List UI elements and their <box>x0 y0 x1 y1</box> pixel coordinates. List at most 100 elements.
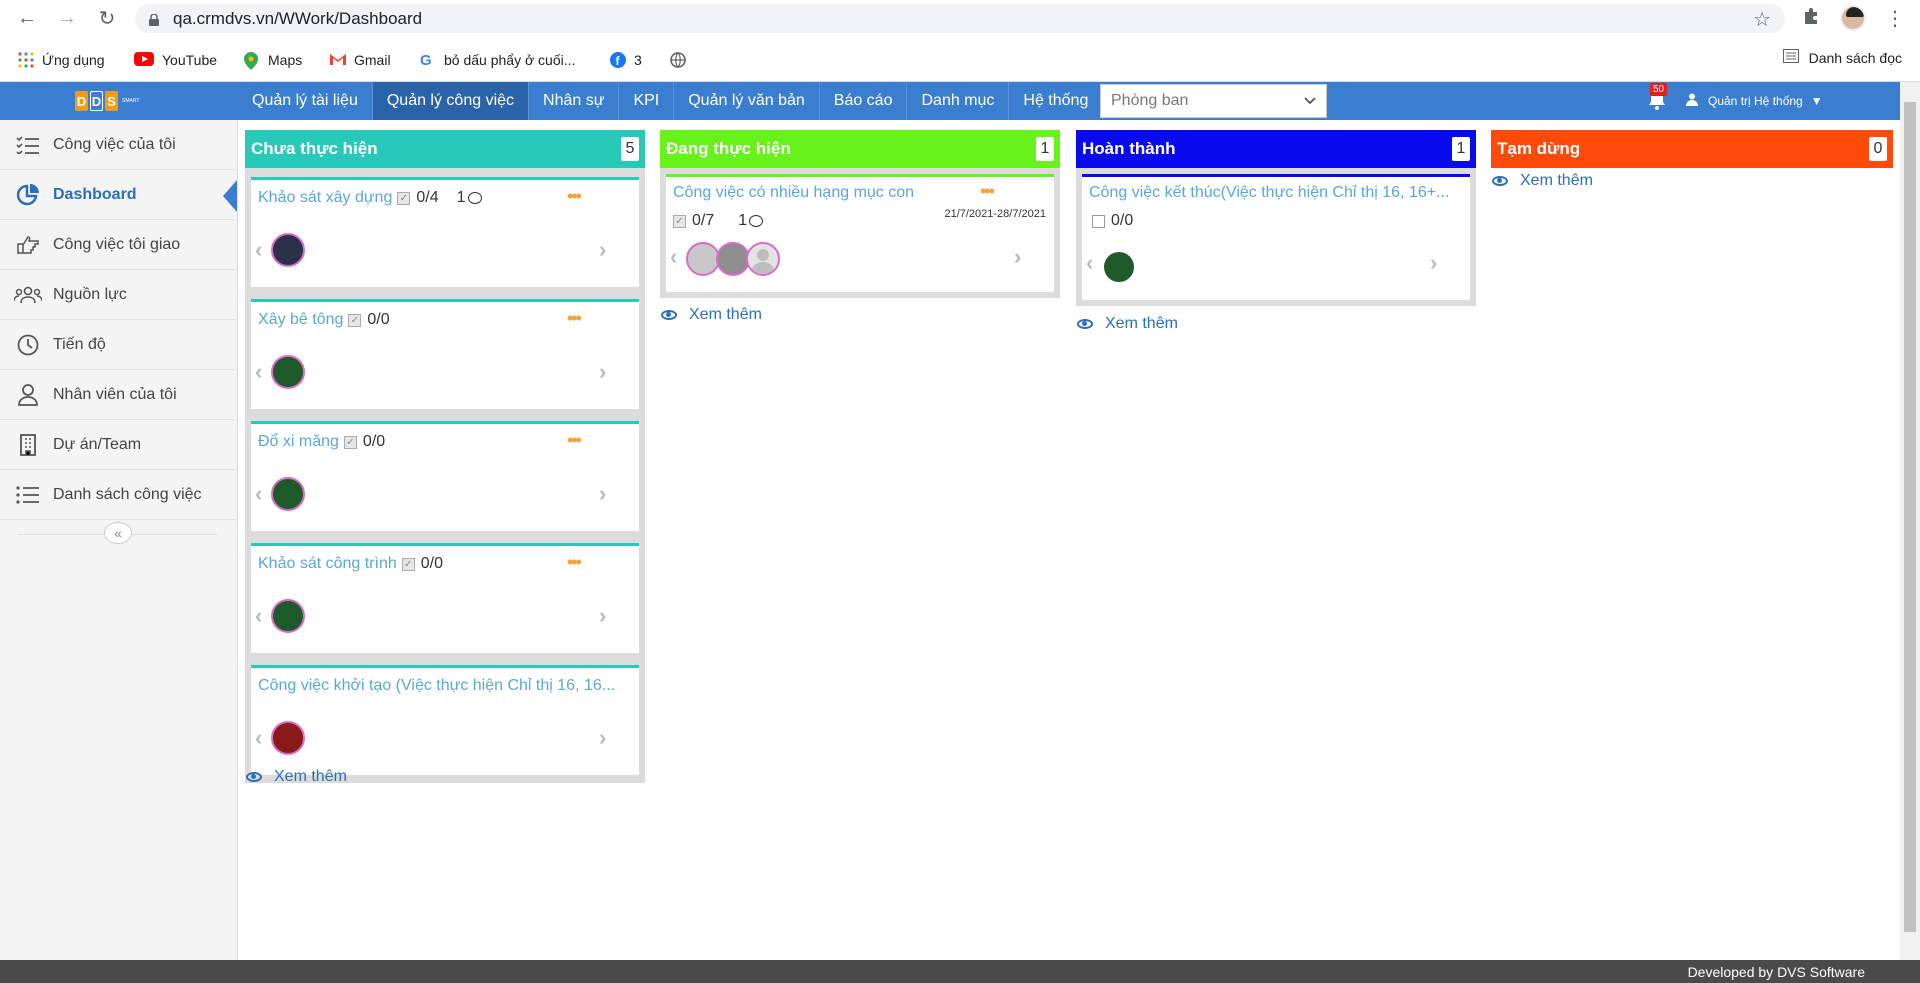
task-card[interactable]: Công việc kết thúc(Việc thực hiện Chỉ th… <box>1082 174 1470 300</box>
menu-reports[interactable]: Báo cáo <box>820 82 908 120</box>
sidebar-item-progress[interactable]: Tiến độ <box>0 320 237 370</box>
logo-letter: D <box>90 91 103 111</box>
comment-icon <box>749 215 764 227</box>
chevron-left-icon[interactable]: ‹ <box>255 359 262 385</box>
more-options-icon[interactable]: ••• <box>567 309 582 327</box>
avatar-placeholder[interactable] <box>746 242 780 276</box>
eye-icon <box>246 772 262 782</box>
chevron-right-icon[interactable]: › <box>1430 250 1437 276</box>
avatar[interactable] <box>271 477 305 511</box>
task-card[interactable]: Công việc khởi tạo (Việc thực hiện Chỉ t… <box>251 665 639 775</box>
date-range: 21/7/2021-28/7/2021 <box>944 208 1046 220</box>
bookmark-youtube[interactable]: YouTube <box>134 49 217 71</box>
avatar[interactable] <box>686 242 720 276</box>
reading-list[interactable]: Danh sách đọc <box>1782 49 1902 66</box>
chevron-right-icon[interactable]: › <box>599 237 606 263</box>
chevron-left-icon[interactable]: ‹ <box>670 244 677 270</box>
extensions-icon[interactable] <box>1802 7 1820 30</box>
chevron-right-icon[interactable]: › <box>599 481 606 507</box>
sidebar-item-projects[interactable]: Dự án/Team <box>0 420 237 470</box>
card-title[interactable]: Đổ xi măng <box>258 433 339 451</box>
task-card[interactable]: Công việc có nhiều hạng mục con ••• 21/7… <box>666 174 1054 292</box>
bookmark-gmail[interactable]: Gmail <box>330 49 391 71</box>
comment-count[interactable]: 1 <box>738 212 764 230</box>
page-scrollbar[interactable] <box>1900 82 1920 960</box>
chevron-left-icon[interactable]: ‹ <box>255 481 262 507</box>
task-card[interactable]: Khảo sát xây dựng ✓ 0/4 1 ••• ‹ › <box>251 177 639 287</box>
sidebar-item-dashboard[interactable]: Dashboard <box>0 170 237 220</box>
card-title-row: Khảo sát xây dựng ✓ 0/4 1 <box>258 189 482 207</box>
card-title[interactable]: Công việc có nhiều hạng mục con <box>673 184 914 202</box>
card-title[interactable]: Khảo sát xây dựng <box>258 189 392 207</box>
card-title-row: Công việc kết thúc(Việc thực hiện Chỉ th… <box>1089 184 1449 202</box>
see-more-link[interactable]: Xem thêm <box>661 306 762 324</box>
task-card[interactable]: Xây bê tông ✓ 0/0 ••• ‹ › <box>251 299 639 409</box>
card-meta-row: ✓ 0/7 1 <box>673 212 764 230</box>
reload-icon[interactable]: ↻ <box>96 7 118 30</box>
more-options-icon[interactable]: ••• <box>567 187 582 205</box>
bookmark-apps[interactable]: Ứng dụng <box>18 49 105 71</box>
card-title[interactable]: Xây bê tông <box>258 311 343 329</box>
menu-work-management[interactable]: Quản lý công việc <box>372 82 530 120</box>
menu-categories[interactable]: Danh mục <box>907 82 1010 120</box>
menu-system[interactable]: Hệ thống <box>1009 82 1104 120</box>
menu-hr[interactable]: Nhân sự <box>529 82 620 120</box>
sidebar-item-my-tasks[interactable]: Công việc của tôi <box>0 120 237 170</box>
task-card[interactable]: Đổ xi măng ✓ 0/0 ••• ‹ › <box>251 421 639 531</box>
avatar[interactable] <box>716 242 750 276</box>
sidebar-item-task-list[interactable]: Danh sách công việc <box>0 470 237 520</box>
sidebar-item-my-staff[interactable]: Nhân viên của tôi <box>0 370 237 420</box>
bookmark-maps[interactable]: Maps <box>244 49 302 71</box>
profile-avatar[interactable] <box>1840 5 1866 31</box>
address-bar[interactable]: qa.crmdvs.vn/WWork/Dashboard ☆ <box>135 4 1785 33</box>
chevron-right-icon[interactable]: › <box>599 603 606 629</box>
department-select[interactable]: Phòng ban <box>1100 84 1327 118</box>
checklist-icon: ✓ <box>348 313 362 327</box>
bookmark-star-icon[interactable]: ☆ <box>1753 7 1771 32</box>
chevron-left-icon[interactable]: ‹ <box>255 725 262 751</box>
scrollbar-thumb[interactable] <box>1904 102 1916 932</box>
chevron-right-icon[interactable]: › <box>599 359 606 385</box>
logo-letter: S <box>105 91 118 111</box>
bookmark-label: Maps <box>268 52 303 68</box>
more-options-icon[interactable]: ••• <box>980 182 995 200</box>
see-more-link[interactable]: Xem thêm <box>1077 315 1178 333</box>
menu-documents-office[interactable]: Quản lý văn bản <box>674 82 820 120</box>
avatar[interactable] <box>271 233 305 267</box>
bookmark-facebook[interactable]: f 3 <box>610 49 642 71</box>
maps-icon <box>244 52 260 70</box>
card-title[interactable]: Công việc khởi tạo (Việc thực hiện Chỉ t… <box>258 677 615 695</box>
see-more-link[interactable]: Xem thêm <box>1492 172 1593 190</box>
back-icon[interactable]: ← <box>16 7 38 29</box>
collapse-sidebar-button[interactable]: « <box>104 522 132 544</box>
chevron-left-icon[interactable]: ‹ <box>255 603 262 629</box>
bookmark-globe[interactable] <box>670 49 694 71</box>
menu-kpi[interactable]: KPI <box>619 82 675 120</box>
chevron-left-icon[interactable]: ‹ <box>255 237 262 263</box>
comment-count[interactable]: 1 <box>457 189 482 207</box>
avatar[interactable] <box>1102 250 1136 284</box>
forward-icon[interactable]: → <box>56 7 78 29</box>
task-card[interactable]: Khảo sát công trình ✓ 0/0 ••• ‹ › <box>251 543 639 653</box>
see-more-link[interactable]: Xem thêm <box>246 768 347 786</box>
avatar[interactable] <box>271 599 305 633</box>
menu-documents[interactable]: Quản lý tài liệu <box>238 82 373 120</box>
browser-menu-icon[interactable]: ⋮ <box>1885 6 1905 31</box>
more-options-icon[interactable]: ••• <box>567 431 582 449</box>
card-title[interactable]: Khảo sát công trình <box>258 555 397 573</box>
column-header: Đang thực hiện 1 <box>660 130 1060 168</box>
sidebar-item-assigned-tasks[interactable]: Công việc tôi giao <box>0 220 237 270</box>
checklist-icon: ✓ <box>397 191 411 205</box>
chevron-left-icon[interactable]: ‹ <box>1086 250 1093 276</box>
chevron-right-icon[interactable]: › <box>599 725 606 751</box>
user-menu[interactable]: Quản trị Hệ thống ▼ <box>1686 82 1823 120</box>
card-title[interactable]: Công việc kết thúc(Việc thực hiện Chỉ th… <box>1089 184 1449 202</box>
avatar[interactable] <box>271 721 305 755</box>
sidebar-item-resources[interactable]: Nguồn lực <box>0 270 237 320</box>
chevron-right-icon[interactable]: › <box>1014 244 1021 270</box>
more-options-icon[interactable]: ••• <box>567 553 582 571</box>
lock-icon <box>149 12 159 26</box>
bookmark-google-search[interactable]: G bỏ dấu phẩy ở cuối... <box>420 49 575 71</box>
app-logo[interactable]: D D S SMART <box>75 88 145 114</box>
avatar[interactable] <box>271 355 305 389</box>
